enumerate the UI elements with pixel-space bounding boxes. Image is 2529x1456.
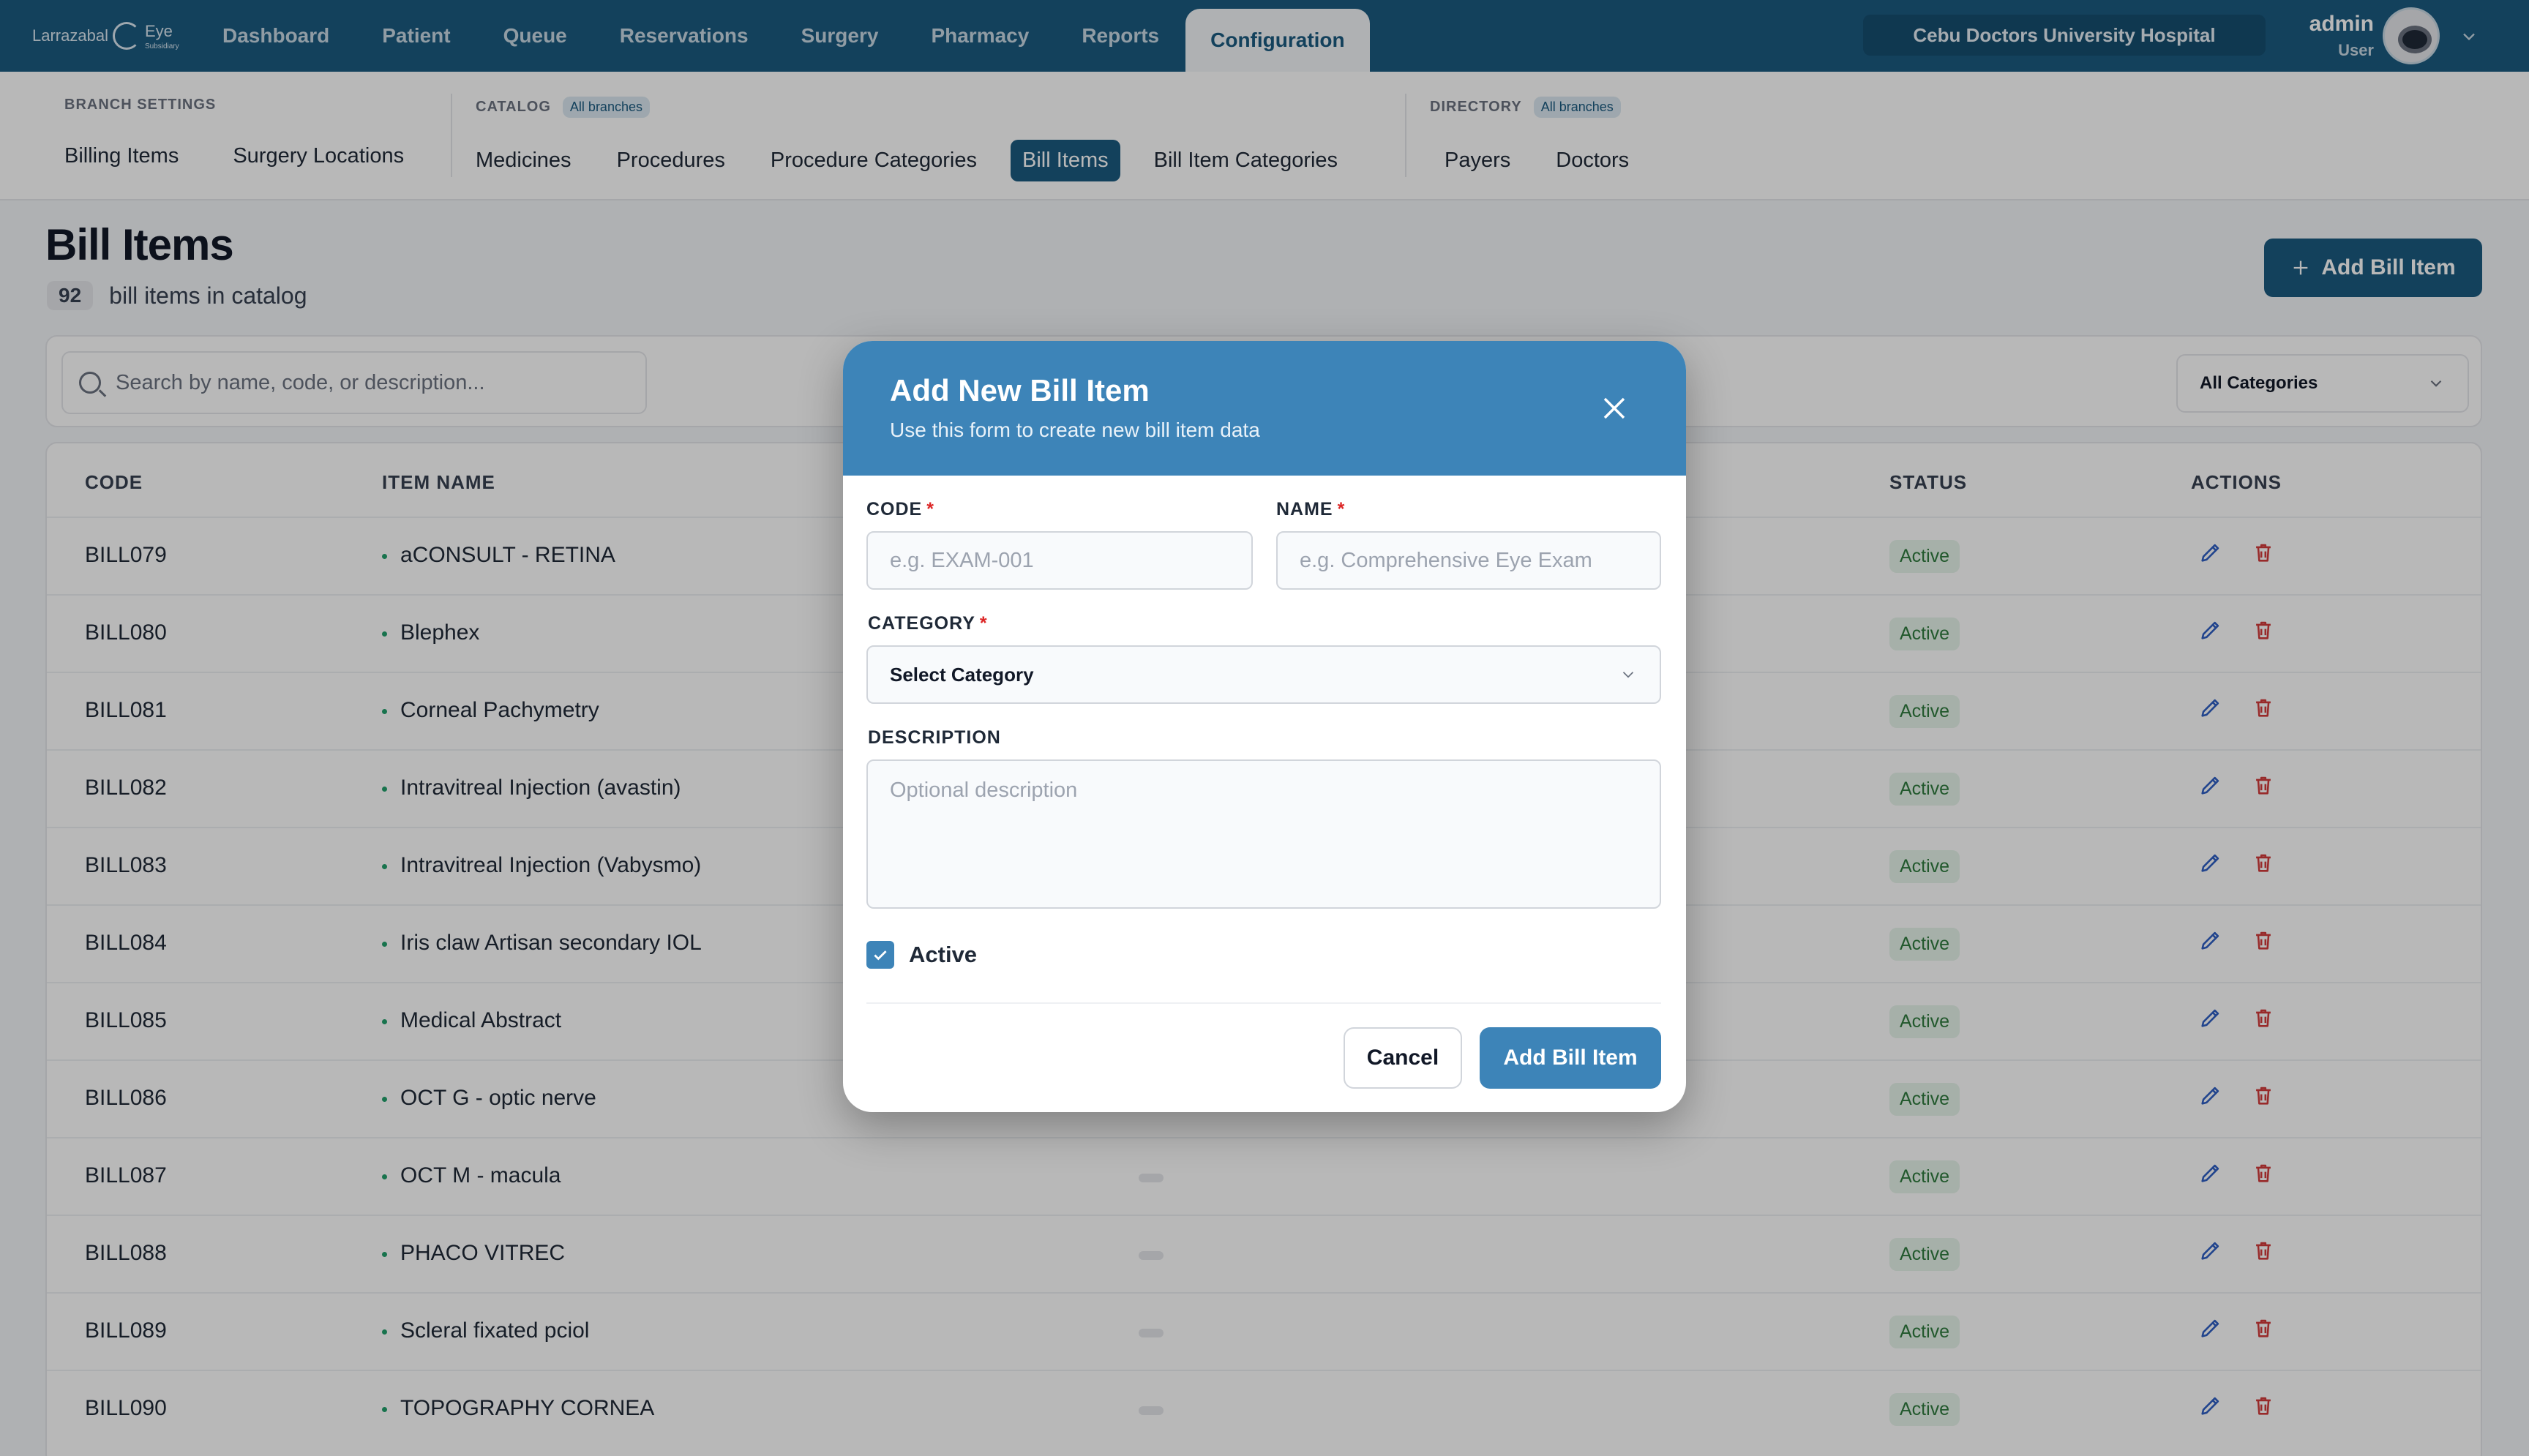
submit-add-bill-item-button[interactable]: Add Bill Item <box>1480 1027 1661 1089</box>
category-label-text: CATEGORY <box>868 613 975 634</box>
chevron-down-icon <box>1622 672 1634 678</box>
code-label: CODE * <box>866 499 934 520</box>
required-mark: * <box>979 613 988 634</box>
active-toggle[interactable]: Active <box>866 941 977 969</box>
required-mark: * <box>1337 499 1346 519</box>
required-mark: * <box>926 499 934 519</box>
name-field[interactable] <box>1276 531 1661 590</box>
dialog-divider <box>866 1002 1661 1004</box>
code-label-text: CODE <box>866 499 923 519</box>
add-bill-item-dialog: Add New Bill Item Use this form to creat… <box>843 341 1686 1112</box>
name-label: NAME * <box>1276 499 1345 520</box>
dialog-title: Add New Bill Item <box>890 373 1150 408</box>
category-label: CATEGORY * <box>868 613 988 634</box>
description-field[interactable] <box>866 759 1661 909</box>
description-label: DESCRIPTION <box>868 727 1001 748</box>
check-icon <box>874 950 887 961</box>
dialog-header: Add New Bill Item Use this form to creat… <box>843 341 1686 476</box>
dialog-subtitle: Use this form to create new bill item da… <box>890 419 1260 441</box>
name-label-text: NAME <box>1276 499 1333 519</box>
cancel-button[interactable]: Cancel <box>1344 1027 1462 1089</box>
category-select[interactable]: Select Category <box>866 645 1661 704</box>
close-icon[interactable] <box>1595 389 1633 427</box>
category-select-value: Select Category <box>890 663 1034 686</box>
code-field[interactable] <box>866 531 1253 590</box>
active-label: Active <box>909 942 978 967</box>
active-checkbox[interactable] <box>866 941 894 969</box>
